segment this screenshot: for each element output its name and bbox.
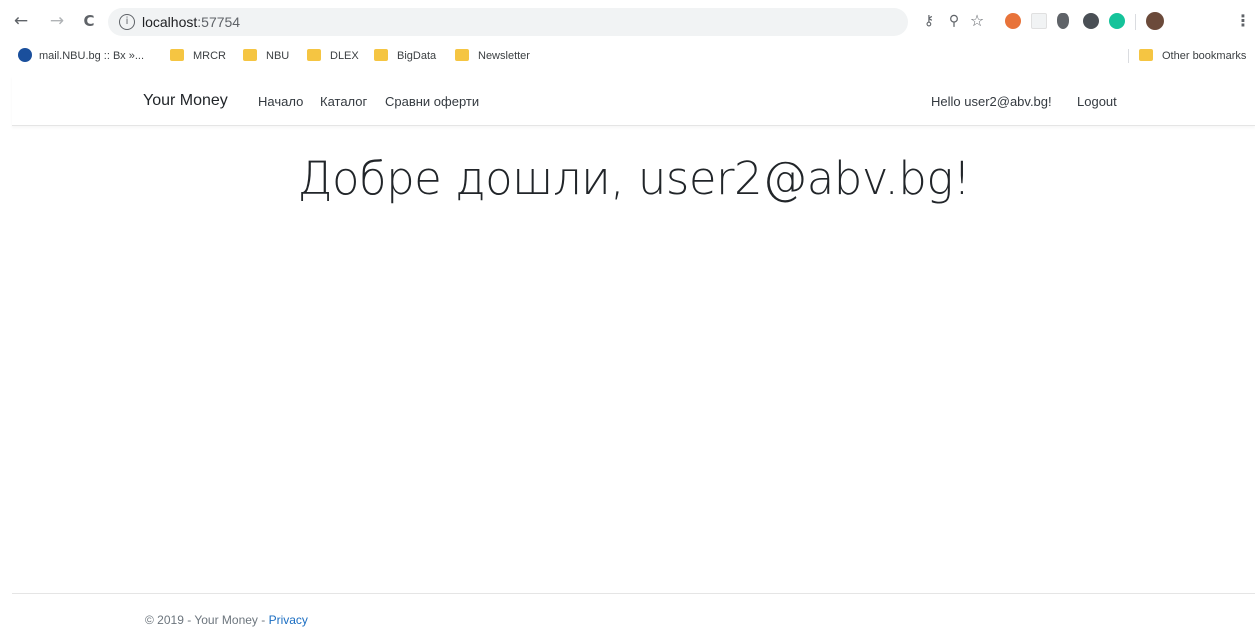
bookmarks-bar: mail.NBU.bg :: Вх »... MRCR NBU DLEX Big… bbox=[0, 44, 1255, 68]
forward-icon[interactable]: → bbox=[46, 10, 68, 32]
bookmark-bigdata[interactable]: BigData bbox=[374, 48, 436, 64]
folder-icon bbox=[455, 49, 469, 61]
privacy-link[interactable]: Privacy bbox=[269, 613, 308, 627]
hello-user-link[interactable]: Hello user2@abv.bg! bbox=[931, 94, 1052, 109]
menu-icon[interactable]: ⋮ bbox=[1234, 13, 1252, 31]
folder-icon bbox=[1139, 49, 1153, 61]
browser-toolbar: ← → C i localhost:57754 ⚷ ⚲ ☆ ⋮ bbox=[0, 0, 1255, 44]
bookmark-nbu[interactable]: NBU bbox=[243, 48, 289, 64]
avatar[interactable] bbox=[1146, 12, 1164, 30]
extension-dark-icon[interactable] bbox=[1083, 13, 1099, 29]
star-icon[interactable]: ☆ bbox=[968, 13, 986, 31]
footer-copyright: © 2019 - Your Money - bbox=[145, 613, 269, 627]
reload-icon[interactable]: C bbox=[78, 10, 100, 32]
folder-icon bbox=[170, 49, 184, 61]
folder-icon bbox=[374, 49, 388, 61]
grammarly-icon[interactable] bbox=[1109, 13, 1125, 29]
page-title: Добре дошли, user2@abv.bg! bbox=[297, 152, 971, 205]
zoom-icon[interactable]: ⚲ bbox=[945, 13, 963, 31]
info-icon[interactable]: i bbox=[119, 14, 135, 30]
toolbar-divider bbox=[1135, 14, 1136, 30]
address-bar[interactable]: i localhost:57754 bbox=[108, 8, 908, 36]
bookmark-mrcr[interactable]: MRCR bbox=[170, 48, 226, 64]
folder-icon bbox=[307, 49, 321, 61]
bookmark-other[interactable]: Other bookmarks bbox=[1139, 48, 1246, 64]
nav-catalog[interactable]: Каталог bbox=[320, 94, 367, 109]
url-text[interactable]: localhost:57754 bbox=[142, 14, 240, 30]
nav-home[interactable]: Начало bbox=[258, 94, 303, 109]
bookmark-mail-nbu[interactable]: mail.NBU.bg :: Вх »... bbox=[18, 48, 144, 64]
extension-bulb-icon[interactable] bbox=[1057, 13, 1069, 29]
brand-link[interactable]: Your Money bbox=[143, 92, 228, 110]
key-icon[interactable]: ⚷ bbox=[920, 13, 938, 31]
back-icon[interactable]: ← bbox=[10, 10, 32, 32]
bookmarks-divider bbox=[1128, 49, 1129, 63]
extension-blank-icon[interactable] bbox=[1031, 13, 1047, 29]
folder-icon bbox=[243, 49, 257, 61]
nav-compare-offers[interactable]: Сравни оферти bbox=[385, 94, 479, 109]
footer: © 2019 - Your Money - Privacy bbox=[145, 613, 308, 627]
bookmark-newsletter[interactable]: Newsletter bbox=[455, 48, 530, 64]
site-navbar: Your Money Начало Каталог Сравни оферти … bbox=[12, 76, 1255, 126]
footer-divider bbox=[12, 593, 1255, 594]
logout-button[interactable]: Logout bbox=[1077, 94, 1117, 109]
bookmark-dlex[interactable]: DLEX bbox=[307, 48, 359, 64]
globe-icon bbox=[18, 48, 32, 62]
extension-red-icon[interactable] bbox=[1005, 13, 1021, 29]
